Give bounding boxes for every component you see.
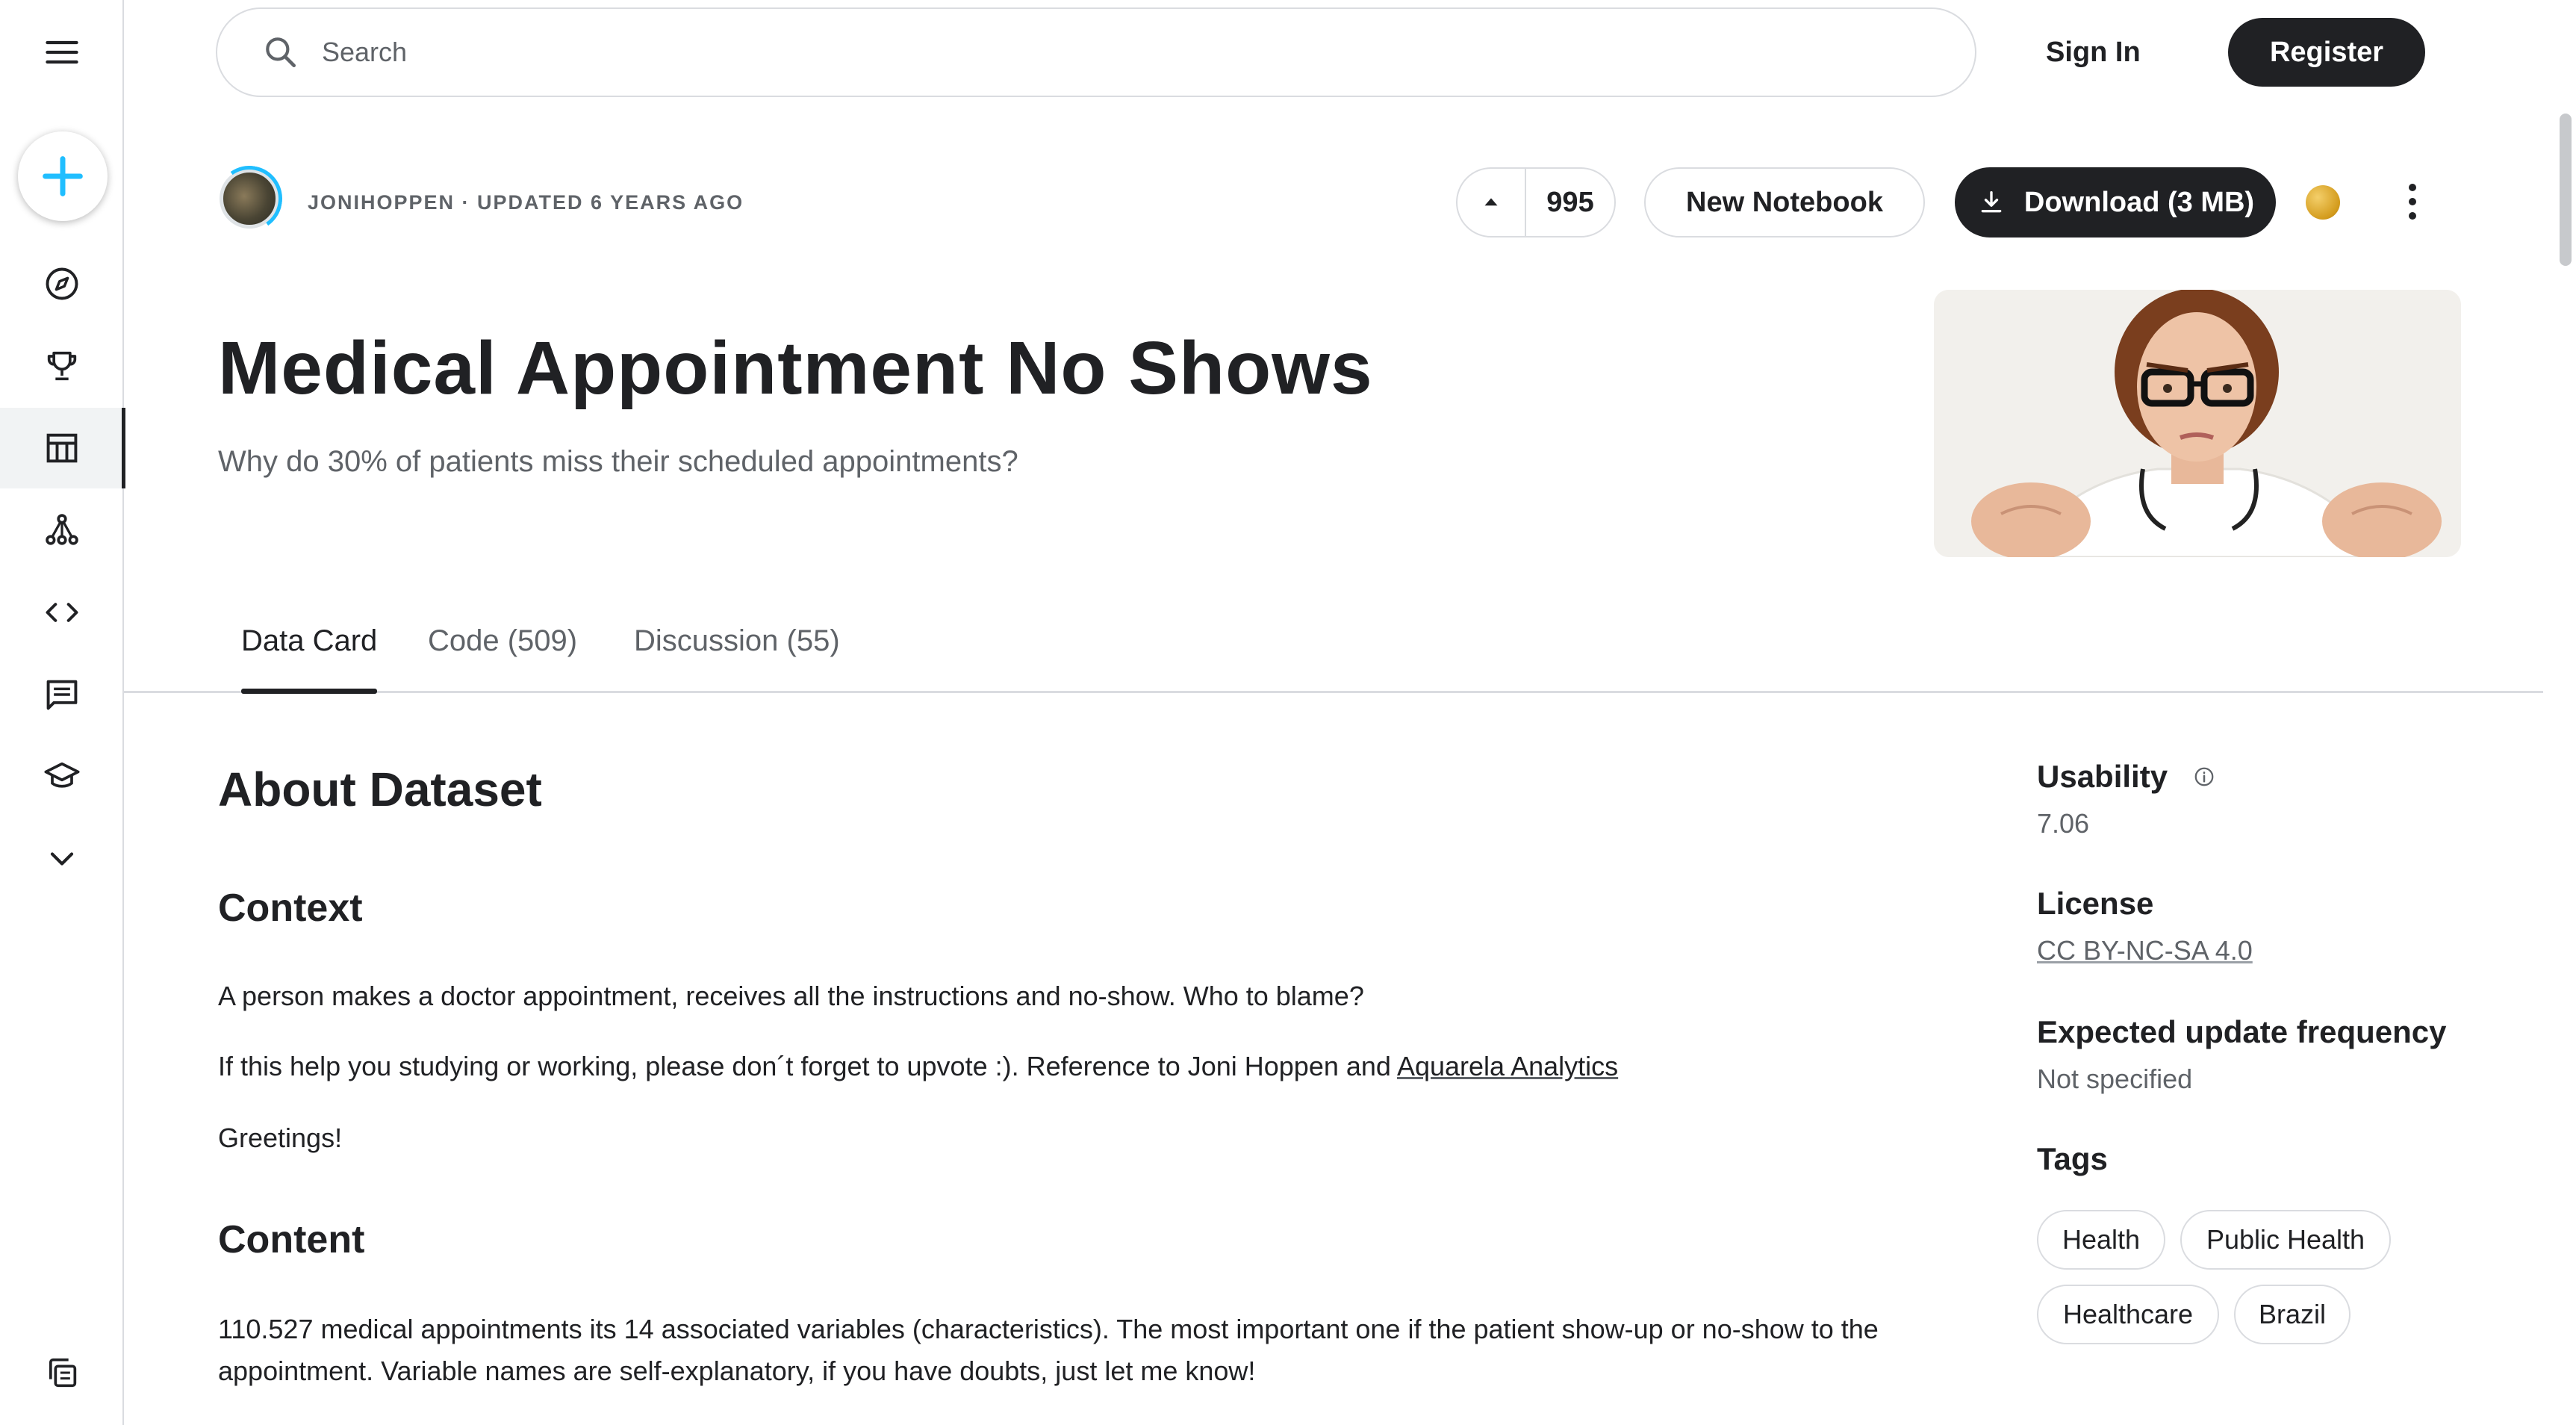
context-paragraph-1: A person makes a doctor appointment, rec…: [218, 981, 1364, 1011]
compass-icon: [46, 267, 78, 300]
download-button[interactable]: Download (3 MB): [1955, 167, 2276, 238]
trophy-icon: [47, 351, 77, 381]
sidebar-item-more[interactable]: [0, 819, 124, 899]
dataset-cover-image: [1934, 290, 2461, 557]
tab-bar: Data Card Code (509) Discussion (55): [124, 597, 2543, 694]
new-notebook-button[interactable]: New Notebook: [1644, 167, 1925, 238]
license-link[interactable]: CC BY-NC-SA 4.0: [2037, 935, 2253, 966]
avatar-progress-ring: [211, 161, 287, 237]
caret-up-icon: [1484, 198, 1498, 206]
menu-icon: [46, 40, 78, 64]
update-frequency-label: Expected update frequency: [2037, 1014, 2447, 1049]
context-heading: Context: [218, 887, 363, 930]
content-paragraph-line-2: appointment. Variable names are self-exp…: [218, 1356, 1256, 1386]
menu-button[interactable]: [0, 12, 124, 93]
table-icon: [46, 433, 78, 463]
search-bar[interactable]: [216, 7, 1976, 97]
tag-health[interactable]: Health: [2037, 1210, 2165, 1270]
model-icon: [46, 514, 78, 545]
create-button[interactable]: [18, 131, 108, 221]
search-input[interactable]: [322, 37, 1666, 68]
sidebar: [0, 0, 125, 1425]
content-heading: Content: [218, 1218, 365, 1261]
discussion-icon: [46, 680, 78, 710]
tab-code[interactable]: Code (509): [428, 624, 577, 658]
chevron-down-icon: [50, 852, 74, 866]
sidebar-item-datasets[interactable]: [0, 408, 125, 488]
register-button[interactable]: Register: [2228, 18, 2425, 87]
context-paragraph-2: If this help you studying or working, pl…: [218, 1046, 1618, 1087]
tag-public-health[interactable]: Public Health: [2180, 1210, 2391, 1270]
download-icon: [1981, 191, 2002, 213]
usability-label-text: Usability: [2037, 759, 2168, 794]
scrollbar-thumb[interactable]: [2560, 114, 2572, 266]
tag-healthcare[interactable]: Healthcare: [2037, 1285, 2219, 1344]
upvote-control: 995: [1456, 167, 1616, 238]
content-paragraph-line-1: 110.527 medical appointments its 14 asso…: [218, 1314, 1879, 1344]
info-icon[interactable]: [2193, 766, 2215, 788]
sidebar-item-learn[interactable]: [0, 736, 124, 817]
school-icon: [44, 762, 80, 788]
search-icon: [266, 37, 296, 68]
usability-value: 7.06: [2037, 808, 2090, 839]
sidebar-item-recently-viewed[interactable]: [0, 1332, 124, 1413]
code-icon: [46, 603, 78, 622]
owner-meta: JONIHOPPEN · UPDATED 6 YEARS AGO: [308, 191, 744, 214]
sidebar-item-models[interactable]: [0, 490, 124, 571]
license-label: License: [2037, 886, 2154, 921]
copy-icon: [49, 1358, 77, 1388]
plus-icon: [43, 156, 83, 196]
sidebar-item-code[interactable]: [0, 572, 124, 653]
tab-data-card[interactable]: Data Card: [241, 624, 378, 694]
context-paragraph-2-text: If this help you studying or working, pl…: [218, 1051, 1397, 1081]
tag-brazil[interactable]: Brazil: [2234, 1285, 2351, 1344]
sidebar-item-competitions[interactable]: [0, 326, 124, 406]
tab-discussion[interactable]: Discussion (55): [634, 624, 840, 658]
vote-count: 995: [1546, 186, 1594, 218]
sidebar-item-competitions-explore[interactable]: [0, 243, 124, 324]
about-heading: About Dataset: [218, 763, 542, 816]
download-label: Download (3 MB): [2023, 186, 2255, 218]
context-paragraph-3: Greetings!: [218, 1123, 343, 1153]
update-frequency-value: Not specified: [2037, 1064, 2193, 1094]
page-title: Medical Appointment No Shows: [218, 326, 1373, 410]
sign-in-link[interactable]: Sign In: [2046, 28, 2141, 76]
more-options-button[interactable]: [2395, 178, 2430, 226]
page-subtitle: Why do 30% of patients miss their schedu…: [218, 445, 1018, 478]
upvote-button[interactable]: [1457, 169, 1526, 236]
tags-label: Tags: [2037, 1141, 2108, 1176]
medal-icon: [2306, 185, 2340, 220]
aquarela-analytics-link[interactable]: Aquarela Analytics: [1397, 1051, 1618, 1081]
sidebar-item-discussions[interactable]: [0, 654, 124, 735]
usability-label: Usability: [2037, 759, 2215, 795]
